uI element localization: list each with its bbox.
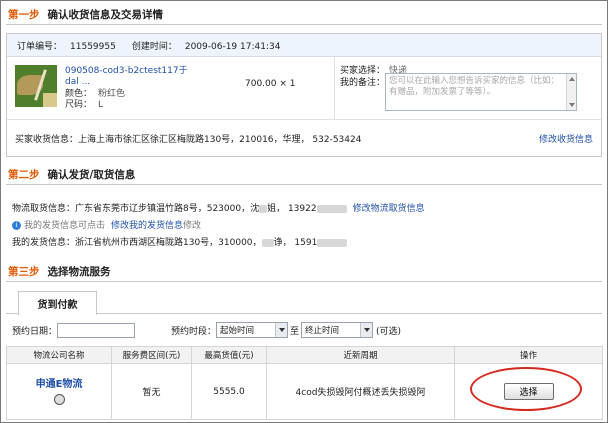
created-time: 2009-06-19 17:41:34 (184, 41, 281, 52)
ship-notice-row: i 我的发货信息可点击 修改我的发货信息修改 (12, 220, 201, 232)
step1-number: 第一步 (8, 9, 40, 21)
chevron-down-icon[interactable] (275, 323, 288, 337)
end-time-select[interactable]: 终止时间 (301, 322, 374, 338)
pickup-info-row: 物流取货信息：广东省东莞市辽步镇温竹路8号，523000，沈 姐， 13922 修改… (12, 204, 425, 214)
buyer-address: 买家收货信息：上海上海市徐汇区徐汇区梅陇路130号，210016，华理， 532… (15, 134, 362, 145)
step1-header: 第一步 确认收货信息及交易详情 (6, 5, 602, 25)
booking-filter: 预约日期： 预约时段： 起始时间 至 终止时间 (可选) (6, 317, 602, 343)
product-price: 700.00 × 1 (245, 79, 296, 89)
step2-header: 第二步 确认发货/取货信息 (6, 165, 602, 185)
redacted (317, 238, 348, 247)
step3-title: 选择物流服务 (47, 266, 111, 278)
optional-hint: (可选) (376, 326, 402, 337)
step3-number: 第三步 (8, 266, 40, 278)
order-no-label: 订单编号： (17, 41, 63, 52)
col-action: 操作 (454, 346, 603, 364)
edit-pickup-link[interactable]: 修改物流取货信息 (353, 204, 425, 214)
delivery-tabs: 货到付款 (6, 287, 602, 315)
date-label: 预约日期： (12, 326, 58, 337)
max-value-cell: 5555.0 (191, 363, 267, 420)
step1-title: 确认收货信息及交易详情 (47, 9, 164, 21)
col-max-value: 最高货值(元) (191, 346, 267, 364)
ship-info-row: 我的发货信息：浙江省杭州市西湖区梅陇路130号，310000， 诤， 1591 (12, 237, 348, 249)
product-name-link[interactable]: 090508-cod3-b2ctest117于 dal ... (65, 66, 195, 88)
table-header-row: 物流公司名称 服务费区间(元) 最高货值(元) 近新周期 操作 (6, 346, 603, 364)
order-detail-panel: 订单编号： 11559955 创建时间： 2009-06-19 17:41:34 0… (6, 33, 602, 157)
product-row: 090508-cod3-b2ctest117于 dal ... 颜色： 粉红色 尺… (7, 57, 601, 120)
to-label: 至 (290, 326, 300, 337)
col-cycle: 近新周期 (266, 346, 455, 364)
fee-cell: 暂无 (111, 363, 192, 420)
step2-title: 确认发货/取货信息 (47, 169, 136, 181)
product-thumbnail[interactable] (15, 65, 57, 107)
redacted (259, 204, 268, 213)
product-color: 颜色： 粉红色 (65, 89, 126, 99)
order-no: 11559955 (70, 41, 116, 52)
cycle-cell: 4cod失损毁阿付概述丢失损毁阿 (266, 363, 455, 420)
col-company: 物流公司名称 (6, 346, 112, 364)
info-icon: i (12, 221, 21, 230)
date-input[interactable] (57, 322, 136, 338)
edit-address-link[interactable]: 修改收货信息 (539, 132, 593, 145)
tab-cod[interactable]: 货到付款 (18, 291, 97, 315)
start-time-select[interactable]: 起始时间 (216, 322, 289, 338)
slot-label: 预约时段： (171, 326, 217, 337)
step2-number: 第二步 (8, 169, 40, 181)
courier-logo-icon (53, 394, 65, 405)
step3-header: 第三步 选择物流服务 (6, 262, 602, 282)
product-size: 尺码： L (65, 100, 104, 110)
highlight-ring (470, 367, 582, 411)
redacted (316, 204, 347, 213)
redacted (261, 238, 274, 247)
col-fee: 服务费区间(元) (111, 346, 192, 364)
edit-ship-link[interactable]: 修改我的发货信息 (111, 221, 183, 231)
remark-label: 我的备注： (340, 78, 386, 88)
buyer-address-row: 买家收货信息：上海上海市徐汇区徐汇区梅陇路130号，210016，华理， 532… (7, 120, 601, 156)
remark-textarea[interactable]: 您可以在此输入您想告诉买家的信息（比如：有赠品，附加发票了等等）。 (385, 73, 577, 111)
remark-scrollbar[interactable] (566, 74, 576, 110)
courier-name[interactable]: 申通E物流 (7, 375, 111, 390)
order-info-bar: 订单编号： 11559955 创建时间： 2009-06-19 17:41:34 (7, 34, 601, 57)
created-label: 创建时间： (131, 41, 177, 52)
chevron-down-icon[interactable] (360, 323, 373, 337)
